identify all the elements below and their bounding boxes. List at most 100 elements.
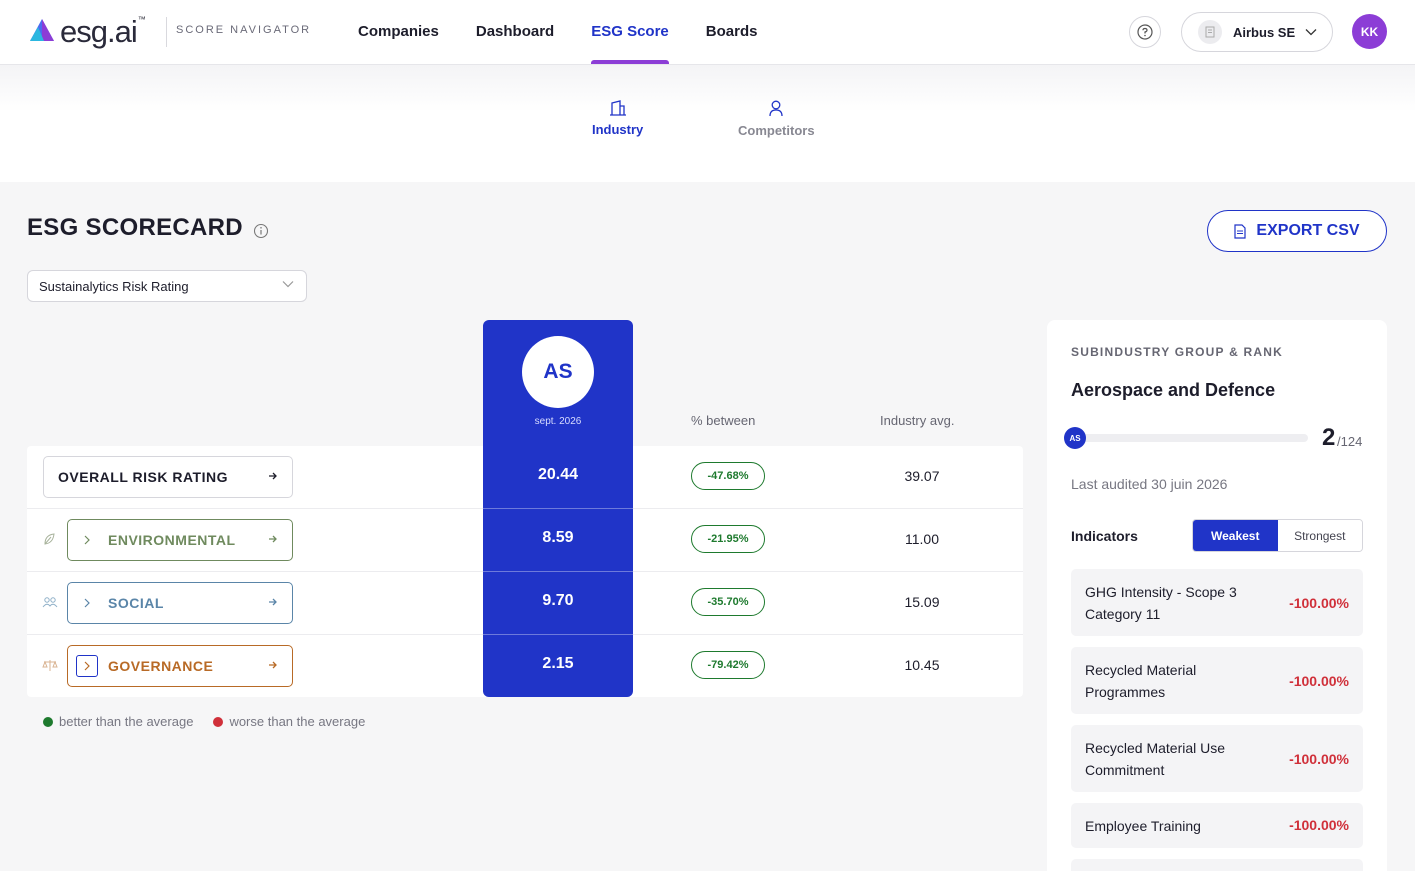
people-icon <box>42 597 58 608</box>
score-subtabs: Industry Competitors <box>0 65 1415 182</box>
logo-text: esg.ai <box>60 13 138 49</box>
social-industry-avg: 15.09 <box>904 594 940 610</box>
social-score: 9.70 <box>542 592 574 609</box>
arrow-right-icon <box>269 598 277 606</box>
governance-button[interactable]: GOVERNANCE <box>67 645 293 687</box>
better-dot <box>43 716 53 727</box>
score-date: sept. 2026 <box>534 416 582 427</box>
indicator-card[interactable]: Recycled Material Use Commitment -100.00… <box>1071 725 1363 792</box>
rank-number: 2 <box>1322 424 1336 451</box>
tab-industry-label: Industry <box>592 122 644 137</box>
logo-trademark: ™ <box>137 14 146 24</box>
user-avatar[interactable]: KK <box>1352 14 1387 49</box>
toggle-strongest[interactable]: Strongest <box>1277 520 1362 551</box>
indicator-card[interactable]: Employee Training -100.00% <box>1071 803 1363 848</box>
score-divider <box>483 508 633 509</box>
logo-mark-icon <box>30 19 54 41</box>
environmental-button[interactable]: ENVIRONMENTAL <box>67 519 293 561</box>
overall-risk-rating-button[interactable]: OVERALL RISK RATING <box>43 456 293 498</box>
leaf-icon <box>44 533 55 545</box>
person-icon <box>769 100 783 117</box>
question-icon <box>1137 24 1153 40</box>
nav-companies[interactable]: Companies <box>358 0 439 64</box>
rank-track <box>1075 434 1308 442</box>
product-name: SCORE NAVIGATOR <box>176 24 312 36</box>
toggle-weakest[interactable]: Weakest <box>1193 520 1278 551</box>
scales-icon <box>42 660 58 671</box>
help-button[interactable] <box>1129 16 1161 48</box>
document-icon <box>1234 223 1247 239</box>
social-label: SOCIAL <box>108 595 164 611</box>
chevron-right-icon <box>76 529 98 551</box>
nav-dashboard[interactable]: Dashboard <box>476 0 554 64</box>
column-header-pct: % between <box>691 413 756 428</box>
arrow-right-icon <box>269 535 277 543</box>
score-divider <box>483 571 633 572</box>
environmental-pct-badge: -21.95% <box>691 525 765 553</box>
info-icon[interactable] <box>253 223 269 239</box>
indicators-label: Indicators <box>1071 528 1138 544</box>
page-title: ESG SCORECARD <box>27 214 243 241</box>
rating-provider-select[interactable]: Sustainalytics Risk Rating <box>27 270 307 302</box>
environmental-score: 8.59 <box>542 529 574 546</box>
governance-pct-badge: -79.42% <box>691 651 765 679</box>
overall-risk-rating-label: OVERALL RISK RATING <box>58 469 228 485</box>
company-building-icon <box>1198 20 1222 44</box>
indicator-name: Recycled Material Programmes <box>1085 662 1197 700</box>
chevron-right-icon <box>76 655 98 677</box>
governance-score: 2.15 <box>542 655 574 672</box>
score-divider <box>483 634 633 635</box>
governance-industry-avg: 10.45 <box>904 657 940 673</box>
logo-divider <box>166 17 167 47</box>
legend-worse: worse than the average <box>229 714 366 729</box>
indicator-value: -100.00% <box>1289 817 1349 833</box>
column-header-industry-avg: Industry avg. <box>880 413 955 428</box>
company-initials-badge: AS <box>522 336 594 408</box>
legend-better: better than the average <box>59 714 194 729</box>
arrow-right-icon <box>269 661 277 669</box>
esg-ai-logo[interactable]: esg.ai ™ <box>28 14 146 48</box>
environmental-industry-avg: 11.00 <box>905 531 939 547</box>
indicator-card[interactable] <box>1071 859 1363 871</box>
nav-boards[interactable]: Boards <box>706 0 758 64</box>
indicator-value: -100.00% <box>1289 673 1349 689</box>
export-csv-button[interactable]: EXPORT CSV <box>1207 210 1387 252</box>
indicator-value: -100.00% <box>1289 595 1349 611</box>
main-nav: Companies Dashboard ESG Score Boards <box>358 0 794 64</box>
arrow-right-icon <box>269 472 277 480</box>
overall-industry-avg: 39.07 <box>904 468 940 484</box>
chevron-down-icon <box>1305 29 1317 36</box>
environmental-label: ENVIRONMENTAL <box>108 532 236 548</box>
company-selector[interactable]: Airbus SE <box>1181 12 1333 52</box>
top-navigation-bar: esg.ai ™ SCORE NAVIGATOR Companies Dashb… <box>0 0 1415 65</box>
building-icon <box>609 100 626 116</box>
indicator-card[interactable]: Recycled Material Programmes -100.00% <box>1071 647 1363 714</box>
subindustry-title: Aerospace and Defence <box>1071 380 1276 400</box>
rating-provider-value: Sustainalytics Risk Rating <box>39 278 189 294</box>
nav-esg-score[interactable]: ESG Score <box>591 0 669 64</box>
subindustry-label: SUBINDUSTRY GROUP & RANK <box>1071 345 1283 359</box>
chevron-right-icon <box>76 592 98 614</box>
chevron-down-icon <box>282 281 294 288</box>
tab-industry[interactable]: Industry <box>592 100 643 137</box>
tab-competitors[interactable]: Competitors <box>738 100 815 138</box>
overall-score: 20.44 <box>537 466 579 483</box>
rank-marker: AS <box>1064 427 1086 449</box>
indicator-card[interactable]: GHG Intensity - Scope 3 Category 11 -100… <box>1071 569 1363 636</box>
last-audited: Last audited 30 juin 2026 <box>1071 476 1228 492</box>
tab-competitors-label: Competitors <box>738 123 815 138</box>
worse-dot <box>213 716 224 727</box>
social-pct-badge: -35.70% <box>691 588 765 616</box>
overall-pct-badge: -47.68% <box>691 462 765 490</box>
social-button[interactable]: SOCIAL <box>67 582 293 624</box>
indicator-value: -100.00% <box>1289 751 1349 767</box>
export-csv-label: EXPORT CSV <box>1256 222 1360 239</box>
rank-total: /124 <box>1337 434 1363 449</box>
scorecard-legend: better than the average worse than the a… <box>43 714 365 729</box>
indicator-name: GHG Intensity - Scope 3 Category 11 <box>1085 584 1237 622</box>
company-name: Airbus SE <box>1233 24 1296 40</box>
indicators-toggle: Weakest Strongest <box>1192 519 1363 552</box>
governance-label: GOVERNANCE <box>108 658 214 674</box>
indicator-name: Recycled Material Use Commitment <box>1085 740 1226 778</box>
indicator-name: Employee Training <box>1085 818 1201 834</box>
